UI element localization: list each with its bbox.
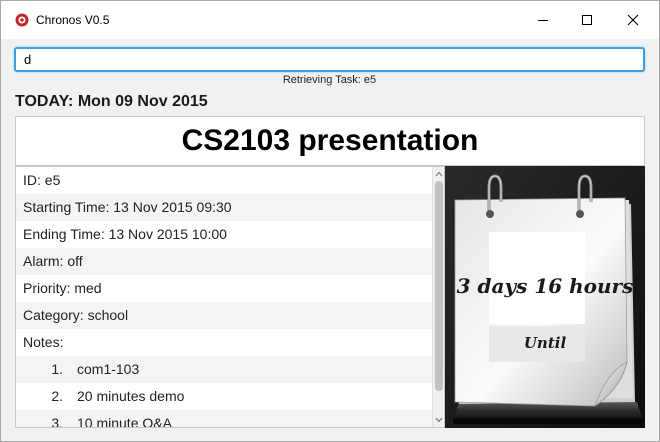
countdown-calendar: 3 days 16 hours Until (445, 166, 645, 428)
note-text: 20 minutes demo (77, 388, 185, 404)
minimize-button[interactable] (520, 1, 566, 39)
close-button[interactable] (610, 1, 656, 39)
note-number: 1. (51, 361, 63, 377)
today-label: TODAY: Mon 09 Nov 2015 (15, 93, 208, 110)
detail-row-category: Category: school (16, 302, 432, 329)
command-input[interactable] (14, 47, 645, 72)
note-number: 2. (51, 388, 63, 404)
task-title: CS2103 presentation (181, 124, 479, 157)
details-scrollbar[interactable] (432, 167, 444, 427)
app-logo-icon (15, 13, 29, 27)
detail-row-priority: Priority: med (23, 280, 102, 296)
countdown-text: 3 days 16 hours (456, 274, 634, 298)
scroll-thumb[interactable] (435, 181, 443, 391)
note-item: 2. 20 minutes demo (16, 383, 432, 410)
scroll-down-arrow-icon (435, 417, 443, 423)
maximize-button[interactable] (564, 1, 610, 39)
window-title: Chronos V0.5 (36, 13, 110, 27)
detail-row-start: Starting Time: 13 Nov 2015 09:30 (16, 194, 432, 221)
note-text: com1-103 (77, 361, 140, 377)
task-details-list: ID: e5 Starting Time: 13 Nov 2015 09:30 … (15, 166, 445, 428)
app-window: Chronos V0.5 Retrieving Task: e5 TODAY: … (0, 0, 660, 442)
note-item: 3. 10 minute Q&A (16, 410, 432, 428)
scroll-up-arrow-icon (435, 171, 443, 177)
until-text: Until (523, 334, 567, 352)
scroll-down-button[interactable] (433, 414, 444, 426)
detail-row-alarm: Alarm: off (16, 248, 432, 275)
close-icon (627, 14, 639, 26)
note-number: 3. (51, 415, 63, 428)
note-text: 10 minute Q&A (77, 415, 172, 428)
minimize-icon (538, 20, 548, 21)
scroll-up-button[interactable] (433, 168, 444, 180)
title-bar[interactable]: Chronos V0.5 (1, 1, 659, 39)
task-title-panel: CS2103 presentation (15, 116, 645, 166)
detail-row-notes: Notes: (23, 334, 64, 350)
maximize-icon (582, 15, 592, 25)
detail-row-id: ID: e5 (23, 172, 61, 188)
note-item: 1. com1-103 (16, 356, 432, 383)
status-message: Retrieving Task: e5 (282, 74, 377, 86)
detail-row-end: Ending Time: 13 Nov 2015 10:00 (23, 226, 227, 242)
